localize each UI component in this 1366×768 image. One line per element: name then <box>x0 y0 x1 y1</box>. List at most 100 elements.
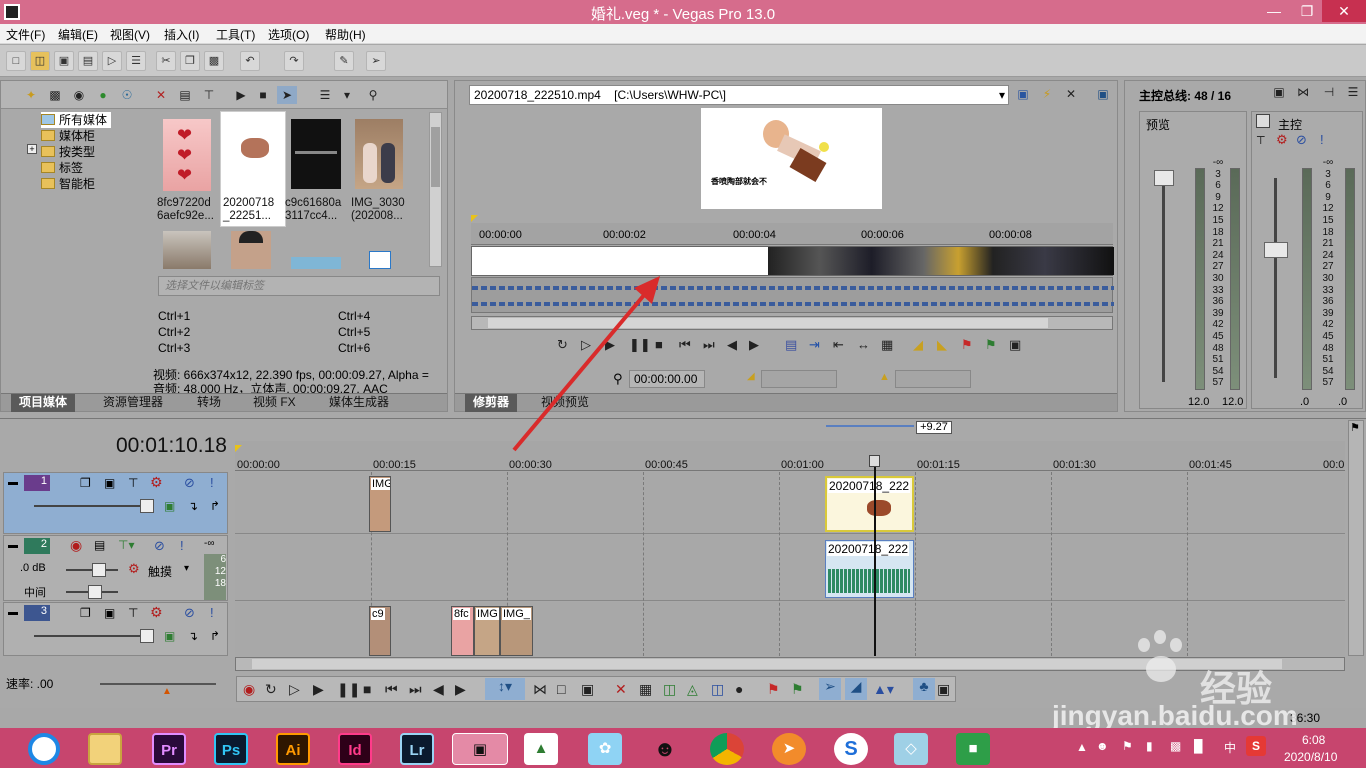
vegas-taskbar-icon[interactable]: ▣ <box>452 733 508 765</box>
search-media-icon[interactable]: ☉ <box>117 86 137 104</box>
make-child-icon[interactable]: ↱ <box>210 499 220 513</box>
thumb-hearts[interactable]: ❤ ❤ ❤ <box>163 119 211 191</box>
app-green-icon[interactable]: ■ <box>956 733 990 765</box>
app-glass-icon[interactable]: ◇ <box>894 733 928 765</box>
track-mute-icon[interactable]: ⊘ <box>184 475 195 491</box>
save-icon[interactable]: ▣ <box>54 51 74 71</box>
bypass-icon[interactable]: ⊤ <box>128 606 138 620</box>
tree-smart-bins[interactable]: 智能柜 <box>41 176 95 192</box>
clip-t1-video[interactable]: 20200718_222 <box>825 476 914 532</box>
trimmer-file-select[interactable]: 20200718_222510.mp4 [C:\Users\WHW-PC\] ▾ <box>469 85 1009 105</box>
render-icon[interactable]: ▷ <box>102 51 122 71</box>
tray-sogou-icon[interactable]: S <box>1246 736 1266 756</box>
chevron-down-icon[interactable]: ▾ <box>184 563 189 574</box>
chrome-icon[interactable] <box>710 733 744 765</box>
menu-tools[interactable]: 工具(T) <box>216 26 255 43</box>
clip-t3-8fc[interactable]: 8fc <box>451 606 474 656</box>
audio-bypass-icon[interactable]: ⊤▾ <box>118 538 134 552</box>
lock-icon[interactable]: ● <box>735 681 743 697</box>
menu-insert[interactable]: 插入(I) <box>164 26 199 43</box>
track-mute-icon[interactable]: ⊘ <box>184 605 195 621</box>
app-bird-icon[interactable]: ✿ <box>588 733 622 765</box>
app-umbrella-icon[interactable]: ▲ <box>524 733 558 765</box>
trimmer-monitor-icon[interactable]: ▣ <box>1093 85 1113 103</box>
out-point-field[interactable] <box>895 370 971 388</box>
level-slider-handle[interactable] <box>140 629 154 643</box>
media-fx-icon[interactable]: ▤ <box>175 86 195 104</box>
master-solo-icon[interactable]: ! <box>1320 132 1324 147</box>
next-frame-icon[interactable]: ▶ <box>749 337 759 353</box>
menu-view[interactable]: 视图(V) <box>110 26 150 43</box>
rate-thumb-icon[interactable]: ▲ <box>162 686 172 697</box>
motion-icon[interactable]: ▣ <box>104 476 115 490</box>
stop-icon[interactable]: ■ <box>253 86 273 104</box>
master-fader[interactable] <box>1264 242 1288 258</box>
trim-start-icon[interactable]: ◫ <box>663 681 676 698</box>
scroll-thumb[interactable] <box>431 127 440 187</box>
paste-icon[interactable]: ▩ <box>204 51 224 71</box>
close-icon[interactable]: ✕ <box>1322 0 1366 22</box>
region-icon[interactable]: ▦ <box>881 337 893 353</box>
play-from-start-icon[interactable]: ▷ <box>289 681 300 698</box>
thumb-face[interactable] <box>231 231 271 269</box>
master-toggle-icon[interactable] <box>1256 114 1270 128</box>
track-header-3[interactable]: ▬ 3 ❐ ▣ ⊤ ⚙ ⊘ ! ▣ ↴ ↱ <box>3 602 228 656</box>
bypass-icon[interactable]: ⊤ <box>128 476 138 490</box>
cut-icon[interactable]: ✂ <box>156 51 176 71</box>
tree-tags[interactable]: 标签 <box>41 160 83 176</box>
make-parent-icon[interactable]: ↴ <box>188 499 198 513</box>
timeline-vscroll[interactable] <box>1348 420 1364 656</box>
prev-frame-icon[interactable]: ◀ <box>433 681 444 698</box>
auto-crossfade-icon[interactable]: ◢ <box>845 678 867 700</box>
in-point-field[interactable] <box>761 370 837 388</box>
trimmer-lightning-icon[interactable]: ⚡ <box>1037 85 1057 103</box>
record-icon[interactable]: ◉ <box>243 681 255 698</box>
lock-envelopes-icon[interactable]: ♣ <box>913 678 935 700</box>
flag-green-icon[interactable]: ⚑ <box>985 337 997 353</box>
region-green-icon[interactable]: ⚑ <box>791 681 804 698</box>
menu-help[interactable]: 帮助(H) <box>325 26 366 43</box>
go-start-icon[interactable]: ⏮ <box>385 681 398 698</box>
import-icon[interactable]: ✦ <box>21 86 41 104</box>
trimmer-close-icon[interactable]: ✕ <box>1061 85 1081 103</box>
trimmer-stats-icon[interactable]: ▣ <box>1013 85 1033 103</box>
tray-ime[interactable]: 中 <box>1224 739 1236 756</box>
volume-slider-handle[interactable] <box>92 563 106 577</box>
scroll-thumb[interactable] <box>252 659 1282 669</box>
envelope-tool-icon[interactable]: ⋈ <box>533 681 547 698</box>
ripple-icon[interactable]: ▲▾ <box>873 681 894 698</box>
track-collapse-icon[interactable]: ▬ <box>8 477 18 488</box>
undo-icon[interactable]: ↶ <box>240 51 260 71</box>
track-header-1[interactable]: ▬ 1 ❐ ▣ ⊤ ⚙ ⊘ ! ▣ ↴ ↱ <box>3 472 228 534</box>
mixer-downmix-icon[interactable]: ⋈ <box>1293 83 1313 101</box>
clip-t3-c9[interactable]: c9 <box>369 606 391 656</box>
marker-out-icon[interactable]: ◣ <box>937 337 947 353</box>
trimmer-ruler[interactable]: 00:00:00 00:00:02 00:00:04 00:00:06 00:0… <box>471 215 1113 245</box>
plug-icon[interactable]: ⊤ <box>199 86 219 104</box>
menu-file[interactable]: 文件(F) <box>6 26 45 43</box>
playhead[interactable] <box>874 456 876 656</box>
normal-edit-tool-icon[interactable]: ↕▾ <box>485 678 525 700</box>
marker-tool-icon[interactable]: ⚑ <box>1350 421 1360 434</box>
tag-input[interactable] <box>158 276 440 296</box>
menu-options[interactable]: 选项(O) <box>268 26 309 43</box>
clip-t3-img1[interactable]: IMG <box>474 606 500 656</box>
track-fx-icon[interactable]: ⚙ <box>150 604 163 621</box>
track-solo-icon[interactable]: ! <box>210 605 214 620</box>
clip-t3-img2[interactable]: IMG_ <box>500 606 533 656</box>
remove-icon[interactable]: ✕ <box>151 86 171 104</box>
master-fx-icon[interactable]: ⚙ <box>1276 132 1288 148</box>
auto-preview-icon[interactable]: ➤ <box>277 86 297 104</box>
composite-child-icon[interactable]: ▣ <box>164 629 175 643</box>
flag-red-icon[interactable]: ⚑ <box>961 337 973 353</box>
ignore-grouping-icon[interactable]: ▣ <box>937 681 950 698</box>
play-icon[interactable]: ▶ <box>313 681 324 698</box>
capture-icon[interactable]: ▩ <box>45 86 65 104</box>
add-to-timeline-icon[interactable]: ▤ <box>785 337 797 353</box>
help-pointer-icon[interactable]: ➢ <box>366 51 386 71</box>
tray-flag-icon[interactable]: ⚑ <box>1122 739 1133 753</box>
photoshop-icon[interactable]: Ps <box>214 733 248 765</box>
master-mute-icon[interactable]: ⊘ <box>1296 132 1307 148</box>
mixer-channel-icon[interactable]: ⊣ <box>1319 83 1339 101</box>
open-icon[interactable]: ◫ <box>30 51 50 71</box>
